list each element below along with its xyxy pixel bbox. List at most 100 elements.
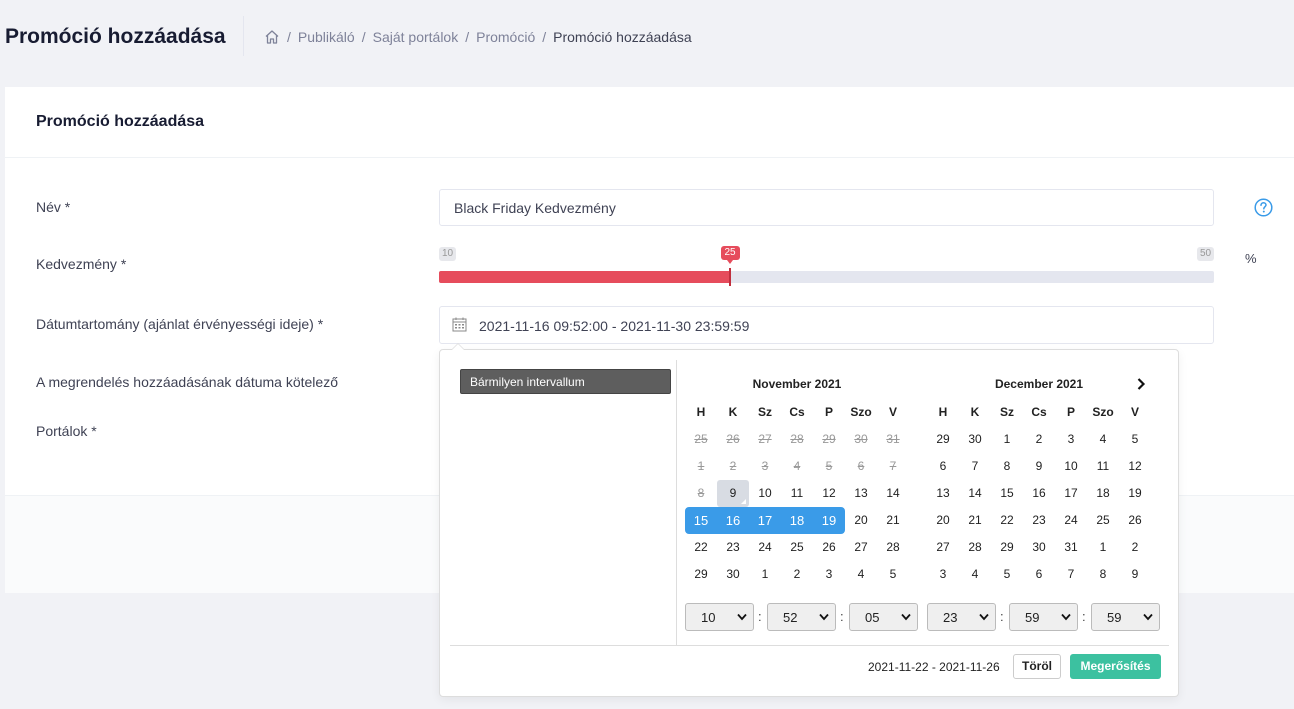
end-minute-select[interactable]: 59: [1009, 603, 1078, 631]
calendar-day[interactable]: 21: [877, 507, 909, 534]
calendar-day[interactable]: 20: [845, 507, 877, 534]
end-hour-select[interactable]: 23: [927, 603, 996, 631]
calendar-day[interactable]: 24: [1055, 507, 1087, 534]
calendar-day[interactable]: 11: [1087, 453, 1119, 480]
date-range-input[interactable]: 2021-11-16 09:52:00 - 2021-11-30 23:59:5…: [439, 306, 1214, 344]
calendar-day[interactable]: 2: [1023, 426, 1055, 453]
calendar-day: 8: [697, 486, 705, 500]
calendar-day[interactable]: 3: [1055, 426, 1087, 453]
calendar-day[interactable]: 30: [717, 561, 749, 588]
calendar-day[interactable]: 19: [1119, 480, 1151, 507]
calendar-day: 5: [825, 459, 833, 473]
calendar-day[interactable]: 4: [959, 561, 991, 588]
calendar-day[interactable]: 29: [685, 561, 717, 588]
calendar-day[interactable]: 23: [717, 534, 749, 561]
calendar-day[interactable]: 9: [717, 480, 749, 507]
calendar-day[interactable]: 2: [1119, 534, 1151, 561]
calendar-day[interactable]: 30: [959, 426, 991, 453]
weekday-header: Szo: [1092, 405, 1114, 419]
calendar-day[interactable]: 17: [1055, 480, 1087, 507]
calendar-day[interactable]: 24: [749, 534, 781, 561]
calendar-day[interactable]: 7: [1055, 561, 1087, 588]
calendar-day[interactable]: 23: [1023, 507, 1055, 534]
calendar-day[interactable]: 18: [781, 507, 813, 534]
calendar-day[interactable]: 5: [877, 561, 909, 588]
name-input[interactable]: Black Friday Kedvezmény: [439, 189, 1214, 226]
calendar-day[interactable]: 10: [749, 480, 781, 507]
calendar-day[interactable]: 6: [1023, 561, 1055, 588]
breadcrumb-item-publisher[interactable]: Publikáló: [298, 29, 355, 45]
calendar-day[interactable]: 16: [1023, 480, 1055, 507]
calendar-day[interactable]: 18: [1087, 480, 1119, 507]
calendar-day[interactable]: 1: [991, 426, 1023, 453]
calendar-day[interactable]: 8: [1087, 561, 1119, 588]
time-separator: :: [840, 609, 844, 624]
calendar-day[interactable]: 14: [877, 480, 909, 507]
chevron-down-icon: [1061, 613, 1071, 621]
calendar-day[interactable]: 6: [927, 453, 959, 480]
calendar-day[interactable]: 28: [959, 534, 991, 561]
help-icon[interactable]: [1254, 198, 1273, 217]
slider-fill: [439, 271, 730, 283]
breadcrumb-item-own-portals[interactable]: Saját portálok: [373, 29, 459, 45]
calendar-day[interactable]: 12: [813, 480, 845, 507]
calendar-day[interactable]: 26: [813, 534, 845, 561]
calendar-day[interactable]: 4: [845, 561, 877, 588]
calendar-day[interactable]: 21: [959, 507, 991, 534]
calendar-day[interactable]: 5: [991, 561, 1023, 588]
calendar-day[interactable]: 20: [927, 507, 959, 534]
calendar-day[interactable]: 5: [1119, 426, 1151, 453]
calendar-day[interactable]: 9: [1023, 453, 1055, 480]
clear-button[interactable]: Töröl: [1013, 654, 1061, 679]
calendar-day[interactable]: 12: [1119, 453, 1151, 480]
calendar-day[interactable]: 29: [927, 426, 959, 453]
calendar-grid: H K Sz Cs P Szo V 25 26 27 28 29 30 31 1 2 3 4 5 6 7 8 9 10 11 12…: [685, 399, 909, 588]
calendar-day[interactable]: 10: [1055, 453, 1087, 480]
calendar-day[interactable]: 30: [1023, 534, 1055, 561]
chevron-down-icon: [901, 613, 911, 621]
calendar-day[interactable]: 3: [813, 561, 845, 588]
weekday-header: H: [696, 405, 706, 419]
calendar-day[interactable]: 3: [927, 561, 959, 588]
calendar-day[interactable]: 1: [749, 561, 781, 588]
calendar-day[interactable]: 2: [781, 561, 813, 588]
range-option-any[interactable]: Bármilyen intervallum: [460, 369, 671, 394]
end-second-value: 59: [1107, 610, 1122, 625]
calendar-day[interactable]: 31: [1055, 534, 1087, 561]
calendar-day[interactable]: 16: [717, 507, 749, 534]
apply-button[interactable]: Megerősítés: [1070, 654, 1161, 679]
calendar-day[interactable]: 27: [845, 534, 877, 561]
end-second-select[interactable]: 59: [1091, 603, 1160, 631]
calendar-day[interactable]: 13: [845, 480, 877, 507]
calendar-day[interactable]: 4: [1087, 426, 1119, 453]
start-hour-select[interactable]: 10: [685, 603, 754, 631]
home-icon[interactable]: [264, 29, 280, 45]
calendar-day[interactable]: 26: [1119, 507, 1151, 534]
calendar-day[interactable]: 15: [991, 480, 1023, 507]
calendar-day[interactable]: 25: [781, 534, 813, 561]
calendar-day[interactable]: 22: [991, 507, 1023, 534]
calendar-day[interactable]: 28: [877, 534, 909, 561]
breadcrumb-item-promotion[interactable]: Promóció: [476, 29, 535, 45]
calendar-day[interactable]: 1: [1087, 534, 1119, 561]
calendar-day[interactable]: 25: [1087, 507, 1119, 534]
time-separator: :: [1082, 609, 1086, 624]
calendar-day[interactable]: 13: [927, 480, 959, 507]
discount-slider[interactable]: [439, 268, 1214, 286]
start-second-select[interactable]: 05: [849, 603, 918, 631]
calendar-day[interactable]: 17: [749, 507, 781, 534]
calendar-day[interactable]: 19: [813, 507, 845, 534]
time-separator: :: [758, 609, 762, 624]
calendar-day[interactable]: 29: [991, 534, 1023, 561]
calendar-day[interactable]: 15: [685, 507, 717, 534]
chevron-right-icon[interactable]: [1134, 377, 1148, 391]
start-minute-select[interactable]: 52: [767, 603, 836, 631]
calendar-day[interactable]: 27: [927, 534, 959, 561]
calendar-day[interactable]: 14: [959, 480, 991, 507]
calendar-day[interactable]: 9: [1119, 561, 1151, 588]
slider-handle[interactable]: [729, 268, 731, 286]
calendar-day[interactable]: 11: [781, 480, 813, 507]
calendar-day[interactable]: 7: [959, 453, 991, 480]
calendar-day[interactable]: 8: [991, 453, 1023, 480]
calendar-day[interactable]: 22: [685, 534, 717, 561]
